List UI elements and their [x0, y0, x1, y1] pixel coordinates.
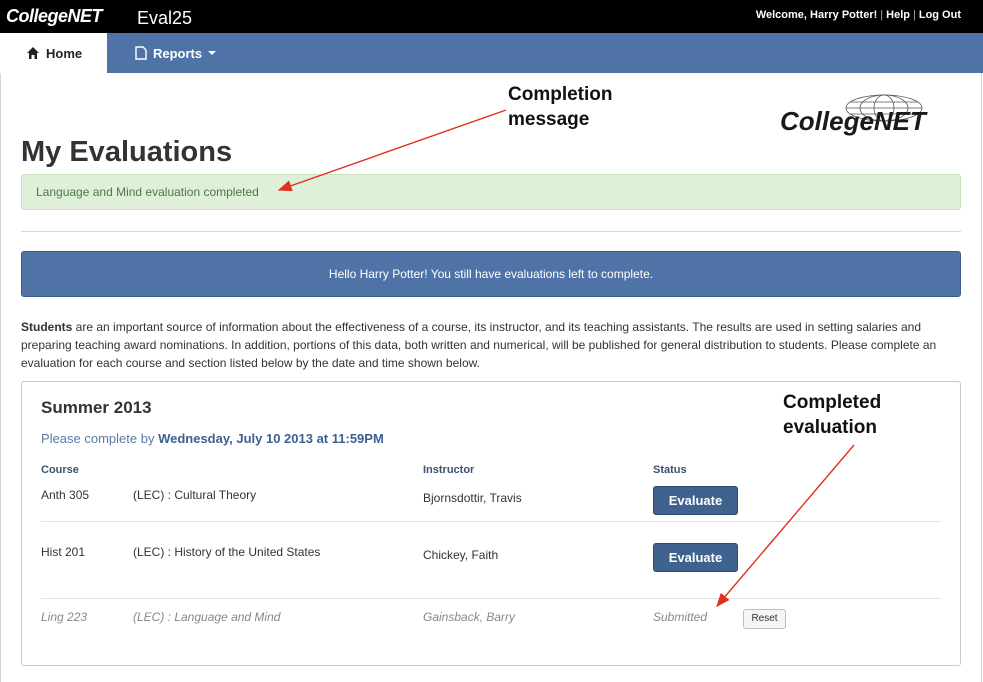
- course-code: Anth 305: [41, 488, 90, 502]
- row-divider: [41, 521, 941, 522]
- chevron-down-icon: [208, 51, 217, 55]
- top-bar: CollegeNET Eval25 Welcome, Harry Potter!…: [0, 0, 983, 33]
- home-icon: [27, 47, 39, 59]
- row-divider: [41, 598, 941, 599]
- hello-banner: Hello Harry Potter! You still have evalu…: [21, 251, 961, 297]
- course-instructor: Gainsback, Barry: [423, 610, 516, 624]
- divider: [21, 231, 961, 232]
- tab-home[interactable]: Home: [0, 33, 107, 73]
- course-instructor: Chickey, Faith: [423, 548, 499, 562]
- page-title: My Evaluations: [21, 136, 233, 168]
- help-link[interactable]: Help: [886, 9, 910, 21]
- column-header-status: Status: [653, 464, 687, 476]
- collegenet-logo[interactable]: CollegeNET: [6, 6, 103, 27]
- course-code: Hist 201: [41, 545, 86, 559]
- main-nav: Home Reports: [0, 33, 983, 73]
- reset-button[interactable]: Reset: [743, 609, 786, 629]
- completed-evaluation-annotation: Completed evaluation: [783, 392, 882, 438]
- course-code: Ling 223: [41, 610, 88, 624]
- svg-text:CollegeNET: CollegeNET: [780, 106, 928, 136]
- deadline-date: Wednesday, July 10 2013 at 11:59PM: [158, 431, 384, 446]
- course-section: (LEC) : Language and Mind: [133, 610, 281, 624]
- tab-reports[interactable]: Reports: [135, 33, 217, 73]
- intro-bold: Students: [21, 320, 73, 334]
- page-border: [0, 73, 1, 682]
- course-section: (LEC) : Cultural Theory: [133, 488, 257, 502]
- column-header-instructor: Instructor: [423, 464, 475, 476]
- evaluate-button[interactable]: Evaluate: [653, 486, 738, 515]
- column-header-course: Course: [41, 464, 79, 476]
- submitted-status: Submitted: [653, 610, 708, 624]
- course-instructor: Bjornsdottir, Travis: [423, 491, 522, 505]
- app-name: Eval25: [137, 8, 193, 28]
- welcome-text: Welcome, Harry Potter!: [755, 9, 878, 21]
- term-title: Summer 2013: [41, 398, 152, 417]
- logout-link[interactable]: Log Out: [919, 9, 961, 21]
- intro-text: are an important source of information a…: [21, 320, 937, 370]
- completion-alert: Language and Mind evaluation completed: [21, 174, 961, 210]
- page-border: [981, 73, 982, 682]
- user-links: Welcome, Harry Potter! | Help | Log Out: [755, 9, 961, 21]
- completion-message-annotation: Completion message: [508, 84, 613, 130]
- collegenet-brand-logo: CollegeNET: [780, 94, 928, 136]
- course-section: (LEC) : History of the United States: [133, 545, 321, 559]
- tab-home-label: Home: [46, 45, 83, 61]
- tab-reports-label: Reports: [153, 45, 203, 61]
- document-icon: [135, 46, 147, 60]
- intro-paragraph: Students are an important source of info…: [21, 318, 966, 372]
- deadline-text: Please complete by Wednesday, July 10 20…: [41, 431, 384, 446]
- evaluate-button[interactable]: Evaluate: [653, 543, 738, 572]
